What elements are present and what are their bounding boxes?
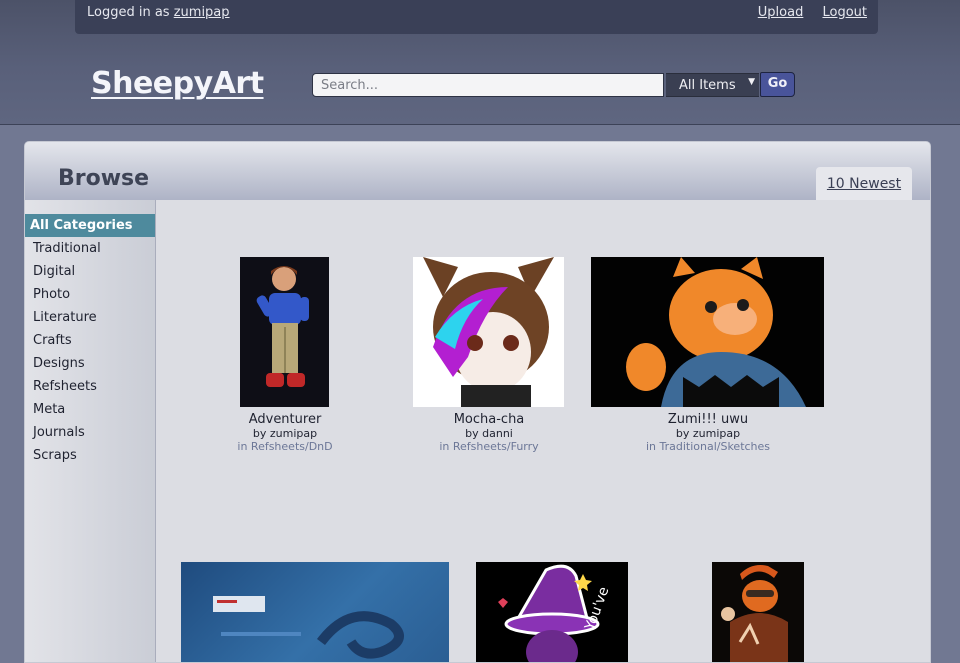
character-art-icon [591, 257, 824, 407]
gallery-grid: Adventurer by zumipap in Refsheets/DnD M… [156, 200, 930, 662]
artwork-category[interactable]: in Refsheets/Furry [389, 440, 589, 453]
thumbnail-row2-2[interactable]: You've [476, 562, 628, 662]
site-header: Logged in as zumipap Upload Logout Sheep… [0, 0, 960, 125]
category-sidebar: All Categories Traditional Digital Photo… [25, 200, 156, 662]
thumbnail-row2-1[interactable] [181, 562, 449, 662]
sidebar-item-refsheets[interactable]: Refsheets [25, 375, 155, 398]
artwork-category[interactable]: in Traditional/Sketches [608, 440, 808, 453]
search-go-button[interactable]: Go [760, 72, 795, 97]
gallery-caption: Adventurer by zumipap in Refsheets/DnD [185, 412, 385, 453]
artwork-image-icon [712, 562, 804, 662]
artwork-image-icon [213, 596, 404, 659]
site-logo[interactable]: SheepyArt [91, 66, 264, 101]
artwork-category[interactable]: in Refsheets/DnD [185, 440, 385, 453]
top-links: Upload Logout [743, 5, 867, 20]
thumbnail-zumi-uwu[interactable] [591, 257, 824, 407]
character-art-icon [413, 257, 564, 407]
sidebar-item-literature[interactable]: Literature [25, 306, 155, 329]
sidebar-item-scraps[interactable]: Scraps [25, 444, 155, 467]
sidebar-item-meta[interactable]: Meta [25, 398, 155, 421]
search-scope-select[interactable]: All Items ▼ [666, 73, 759, 97]
search-input[interactable] [312, 73, 664, 97]
artwork-title[interactable]: Zumi!!! uwu [608, 412, 808, 427]
gallery-caption: Mocha-cha by danni in Refsheets/Furry [389, 412, 589, 453]
thumbnail-adventurer[interactable] [240, 257, 329, 407]
sidebar-item-traditional[interactable]: Traditional [25, 237, 155, 260]
artwork-title[interactable]: Mocha-cha [389, 412, 589, 427]
login-status: Logged in as zumipap [87, 5, 230, 20]
artwork-image-icon: You've [476, 562, 628, 662]
top-bar: Logged in as zumipap Upload Logout [75, 0, 878, 34]
thumbnail-row2-3[interactable] [712, 562, 804, 662]
tab-label: 10 Newest [826, 176, 902, 192]
artwork-author[interactable]: by zumipap [608, 427, 808, 440]
artwork-title[interactable]: Adventurer [185, 412, 385, 427]
sidebar-item-designs[interactable]: Designs [25, 352, 155, 375]
upload-link[interactable]: Upload [758, 5, 804, 20]
sidebar-item-digital[interactable]: Digital [25, 260, 155, 283]
gallery-caption: Zumi!!! uwu by zumipap in Traditional/Sk… [608, 412, 808, 453]
logged-in-label: Logged in as [87, 5, 170, 20]
username-link[interactable]: zumipap [174, 5, 230, 20]
artwork-author[interactable]: by danni [389, 427, 589, 440]
sidebar-item-photo[interactable]: Photo [25, 283, 155, 306]
panel-header: Browse 10 Newest [25, 142, 930, 201]
browse-panel: Browse 10 Newest All Categories Traditio… [24, 141, 931, 663]
logout-link[interactable]: Logout [822, 5, 867, 20]
tab-10-newest[interactable]: 10 Newest [816, 167, 912, 201]
sidebar-item-crafts[interactable]: Crafts [25, 329, 155, 352]
thumbnail-mocha-cha[interactable] [413, 257, 564, 407]
character-art-icon [240, 257, 329, 407]
dropdown-arrow-icon: ▼ [748, 77, 755, 87]
search-scope-value: All Items [679, 78, 736, 93]
sidebar-item-journals[interactable]: Journals [25, 421, 155, 444]
sidebar-item-all-categories[interactable]: All Categories [25, 214, 155, 237]
page-title: Browse [58, 166, 150, 191]
artwork-author[interactable]: by zumipap [185, 427, 385, 440]
